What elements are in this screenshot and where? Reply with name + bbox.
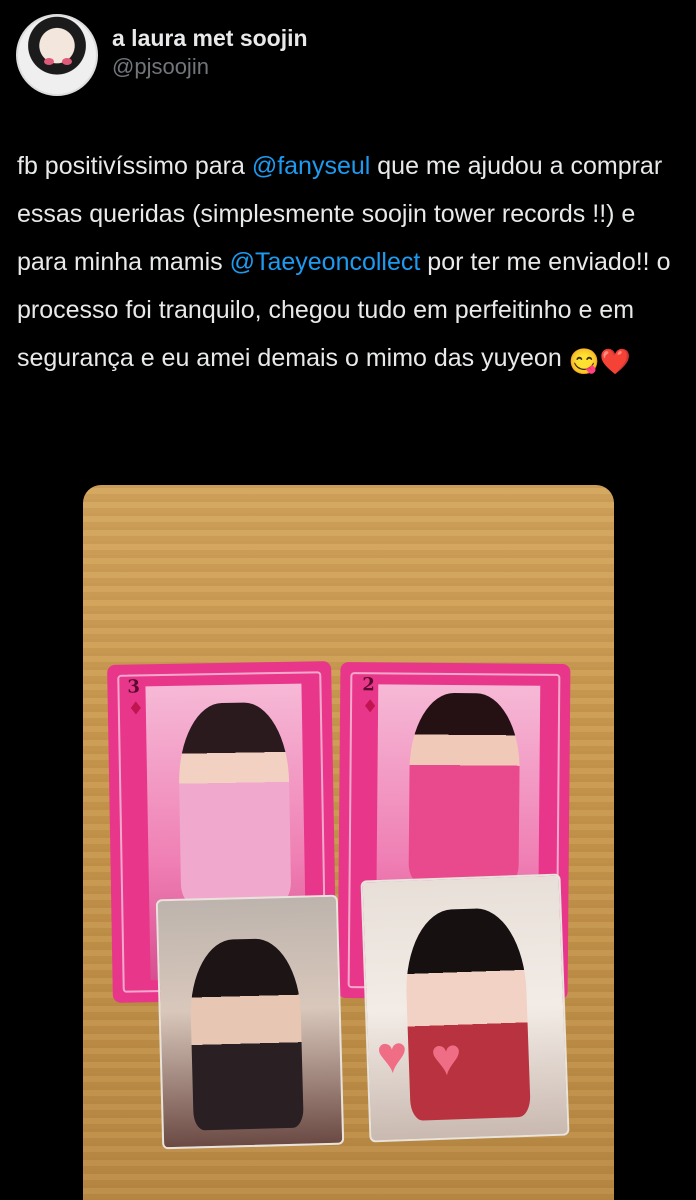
- display-name[interactable]: a laura met soojin: [112, 23, 308, 53]
- card-figure: [408, 692, 521, 884]
- avatar[interactable]: [16, 14, 98, 96]
- mention-link[interactable]: @Taeyeoncollect: [230, 248, 421, 276]
- card-rank: 3: [127, 676, 141, 698]
- card-figure: [177, 701, 292, 904]
- heart-sticker-icon: ♥: [375, 1026, 409, 1086]
- card-rank: 2: [362, 674, 375, 696]
- yum-emoji-icon: 😋: [568, 348, 600, 376]
- tweet-text: fb positivíssimo para @fanyseul que me a…: [17, 142, 681, 386]
- photocard-figure: [188, 937, 304, 1131]
- red-heart-emoji-icon: ❤️: [599, 348, 631, 376]
- mention-link[interactable]: @fanyseul: [252, 152, 371, 180]
- diamond-suit-icon: ♦: [361, 696, 379, 718]
- photocard-figure: [403, 906, 531, 1121]
- avatar-detail: [44, 58, 54, 65]
- photocard-right: ♥ ♥: [360, 873, 570, 1143]
- tweet-photo[interactable]: 3 ♦ 2 ♦ ♥ ♥: [83, 485, 614, 1200]
- tweet-text-segment: fb positivíssimo para: [17, 152, 252, 180]
- user-handle[interactable]: @pjsoojin: [112, 53, 308, 81]
- avatar-detail: [62, 58, 72, 65]
- user-names: a laura met soojin @pjsoojin: [112, 23, 308, 81]
- tweet-header: a laura met soojin @pjsoojin: [16, 14, 308, 96]
- heart-sticker-icon: ♥: [429, 1028, 463, 1088]
- diamond-suit-icon: ♦: [127, 698, 145, 720]
- photocard-left: [155, 894, 345, 1150]
